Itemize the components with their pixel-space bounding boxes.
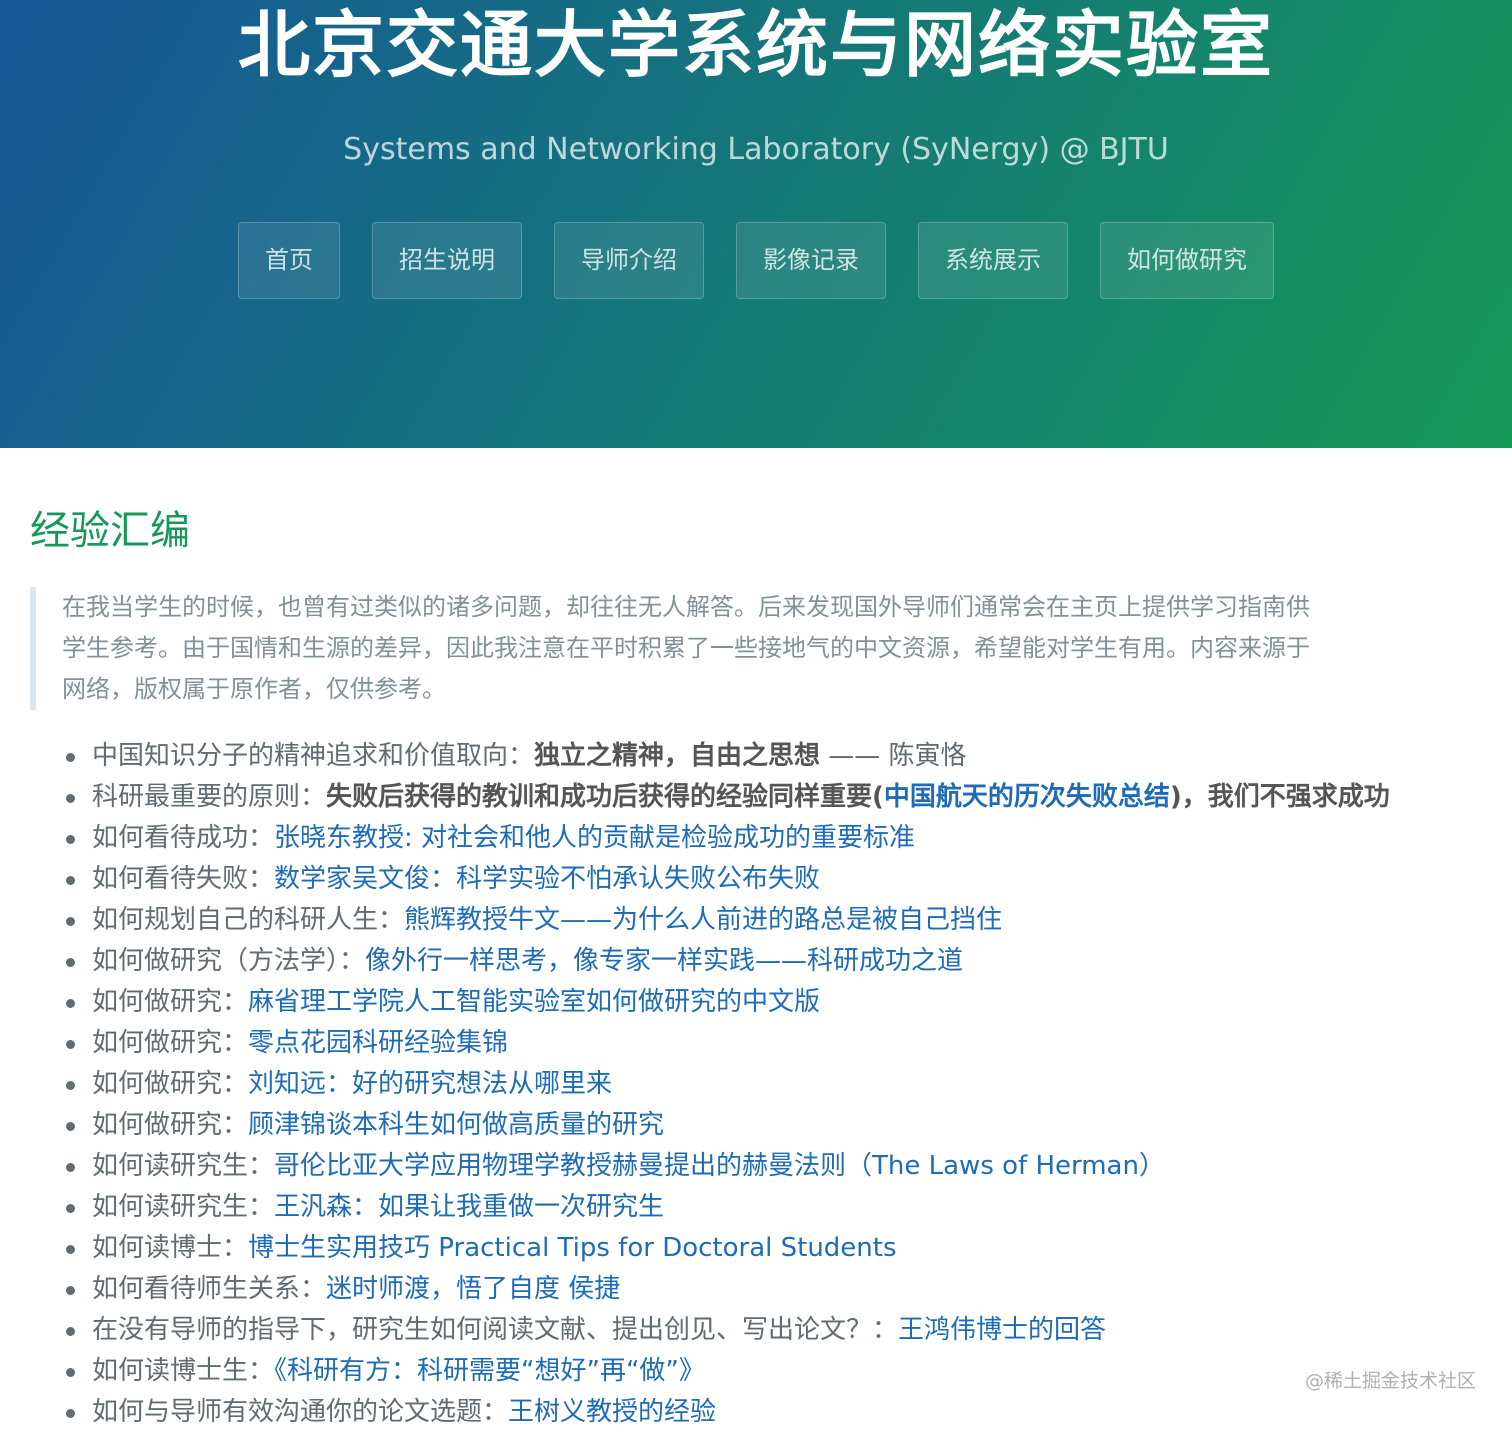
list-item: 如何读博士：博士生实用技巧 Practical Tips for Doctora… [62, 1228, 1482, 1269]
list-item: 如何读研究生：哥伦比亚大学应用物理学教授赫曼提出的赫曼法则（The Laws o… [62, 1146, 1482, 1187]
item-link[interactable]: 刘知远：好的研究想法从哪里来 [248, 1069, 612, 1099]
page-header: 北京交通大学系统与网络实验室 Systems and Networking La… [0, 0, 1512, 448]
item-bold-pre: 失败后获得的教训和成功后获得的经验同样重要( [326, 782, 884, 812]
item-label: 如何看待师生关系： [92, 1274, 327, 1304]
item-label: 如何做研究： [92, 1069, 249, 1099]
resource-list: 中国知识分子的精神追求和价值取向：独立之精神，自由之思想 —— 陈寅恪 科研最重… [62, 736, 1482, 1433]
item-label: 如何做研究： [92, 987, 249, 1017]
item-link[interactable]: 中国航天的历次失败总结 [884, 782, 1170, 812]
item-link[interactable]: 顾津锦谈本科生如何做高质量的研究 [248, 1110, 664, 1140]
list-item: 如何做研究：零点花园科研经验集锦 [62, 1023, 1482, 1064]
item-link[interactable]: 博士生实用技巧 Practical Tips for Doctoral Stud… [248, 1233, 897, 1263]
item-link[interactable]: 王汎森：如果让我重做一次研究生 [274, 1192, 664, 1222]
section-title: 经验汇编 [30, 508, 190, 554]
item-label: 科研最重要的原则： [92, 782, 327, 812]
list-item: 如何看待师生关系：迷时师渡，悟了自度 侯捷 [62, 1269, 1482, 1310]
item-link[interactable]: 迷时师渡，悟了自度 侯捷 [326, 1274, 620, 1304]
item-label: 如何与导师有效沟通你的论文选题： [92, 1397, 509, 1427]
item-link[interactable]: 零点花园科研经验集锦 [248, 1028, 508, 1058]
item-label: 如何做研究： [92, 1028, 249, 1058]
quote-line: 学生参考。由于国情和生源的差异，因此我注意在平时积累了一些接地气的中文资源，希望… [62, 634, 1310, 662]
item-label: 中国知识分子的精神追求和价值取向： [92, 741, 535, 771]
main-nav: 首页 招生说明 导师介绍 影像记录 系统展示 如何做研究 [0, 222, 1512, 299]
nav-advisor[interactable]: 导师介绍 [554, 222, 704, 299]
item-tail: —— 陈寅恪 [820, 741, 967, 771]
item-label: 如何看待失败： [92, 864, 275, 894]
list-item: 如何做研究：麻省理工学院人工智能实验室如何做研究的中文版 [62, 982, 1482, 1023]
site-subtitle: Systems and Networking Laboratory (SyNer… [343, 132, 1169, 167]
list-item: 如何做研究：顾津锦谈本科生如何做高质量的研究 [62, 1105, 1482, 1146]
list-item: 如何与导师有效沟通你的论文选题：王树义教授的经验 [62, 1392, 1482, 1433]
item-label: 如何读博士： [92, 1233, 249, 1263]
list-item: 中国知识分子的精神追求和价值取向：独立之精神，自由之思想 —— 陈寅恪 [62, 736, 1482, 777]
nav-systems[interactable]: 系统展示 [918, 222, 1068, 299]
nav-gallery[interactable]: 影像记录 [736, 222, 886, 299]
list-item: 如何读博士生：《科研有方：科研需要“想好”再“做”》 [62, 1351, 1482, 1392]
list-item: 如何做研究：刘知远：好的研究想法从哪里来 [62, 1064, 1482, 1105]
list-item: 如何规划自己的科研人生：熊辉教授牛文——为什么人前进的路总是被自己挡住 [62, 900, 1482, 941]
item-link[interactable]: 数学家吴文俊：科学实验不怕承认失败公布失败 [274, 864, 820, 894]
item-link[interactable]: 麻省理工学院人工智能实验室如何做研究的中文版 [248, 987, 820, 1017]
list-item: 在没有导师的指导下，研究生如何阅读文献、提出创见、写出论文？：王鸿伟博士的回答 [62, 1310, 1482, 1351]
item-label: 在没有导师的指导下，研究生如何阅读文献、提出创见、写出论文？： [92, 1315, 899, 1345]
nav-how-to-research[interactable]: 如何做研究 [1100, 222, 1274, 299]
nav-admissions[interactable]: 招生说明 [372, 222, 522, 299]
quote-line: 网络，版权属于原作者，仅供参考。 [62, 675, 446, 703]
list-item: 如何看待成功：张晓东教授: 对社会和他人的贡献是检验成功的重要标准 [62, 818, 1482, 859]
item-link[interactable]: 《科研有方：科研需要“想好”再“做”》 [274, 1356, 705, 1386]
item-link[interactable]: 像外行一样思考，像专家一样实践——科研成功之道 [365, 946, 963, 976]
item-link[interactable]: 张晓东教授: 对社会和他人的贡献是检验成功的重要标准 [274, 823, 915, 853]
item-label: 如何读研究生： [92, 1151, 275, 1181]
item-bold-post: )，我们不强求成功 [1169, 782, 1390, 812]
item-label: 如何做研究（方法学）： [92, 946, 366, 976]
item-link[interactable]: 王树义教授的经验 [508, 1397, 716, 1427]
item-label: 如何读研究生： [92, 1192, 275, 1222]
list-item: 如何做研究（方法学）：像外行一样思考，像专家一样实践——科研成功之道 [62, 941, 1482, 982]
list-item: 如何看待失败：数学家吴文俊：科学实验不怕承认失败公布失败 [62, 859, 1482, 900]
watermark: @稀土掘金技术社区 [1304, 1370, 1476, 1392]
item-link[interactable]: 哥伦比亚大学应用物理学教授赫曼提出的赫曼法则（The Laws of Herma… [274, 1151, 1165, 1181]
item-label: 如何规划自己的科研人生： [92, 905, 405, 935]
item-bold: 独立之精神，自由之思想 [534, 741, 821, 771]
nav-home[interactable]: 首页 [238, 222, 340, 299]
intro-quote: 在我当学生的时候，也曾有过类似的诸多问题，却往往无人解答。后来发现国外导师们通常… [30, 587, 1512, 710]
quote-line: 在我当学生的时候，也曾有过类似的诸多问题，却往往无人解答。后来发现国外导师们通常… [62, 593, 1310, 621]
item-label: 如何读博士生： [92, 1356, 275, 1386]
item-label: 如何看待成功： [92, 823, 275, 853]
site-title: 北京交通大学系统与网络实验室 [237, 3, 1274, 87]
item-link[interactable]: 熊辉教授牛文——为什么人前进的路总是被自己挡住 [404, 905, 1002, 935]
list-item: 如何读研究生：王汎森：如果让我重做一次研究生 [62, 1187, 1482, 1228]
item-label: 如何做研究： [92, 1110, 249, 1140]
list-item: 科研最重要的原则：失败后获得的教训和成功后获得的经验同样重要(中国航天的历次失败… [62, 777, 1482, 818]
item-bold: 失败后获得的教训和成功后获得的经验同样重要(中国航天的历次失败总结)，我们不强求… [326, 782, 1390, 812]
item-link[interactable]: 王鸿伟博士的回答 [898, 1315, 1106, 1345]
